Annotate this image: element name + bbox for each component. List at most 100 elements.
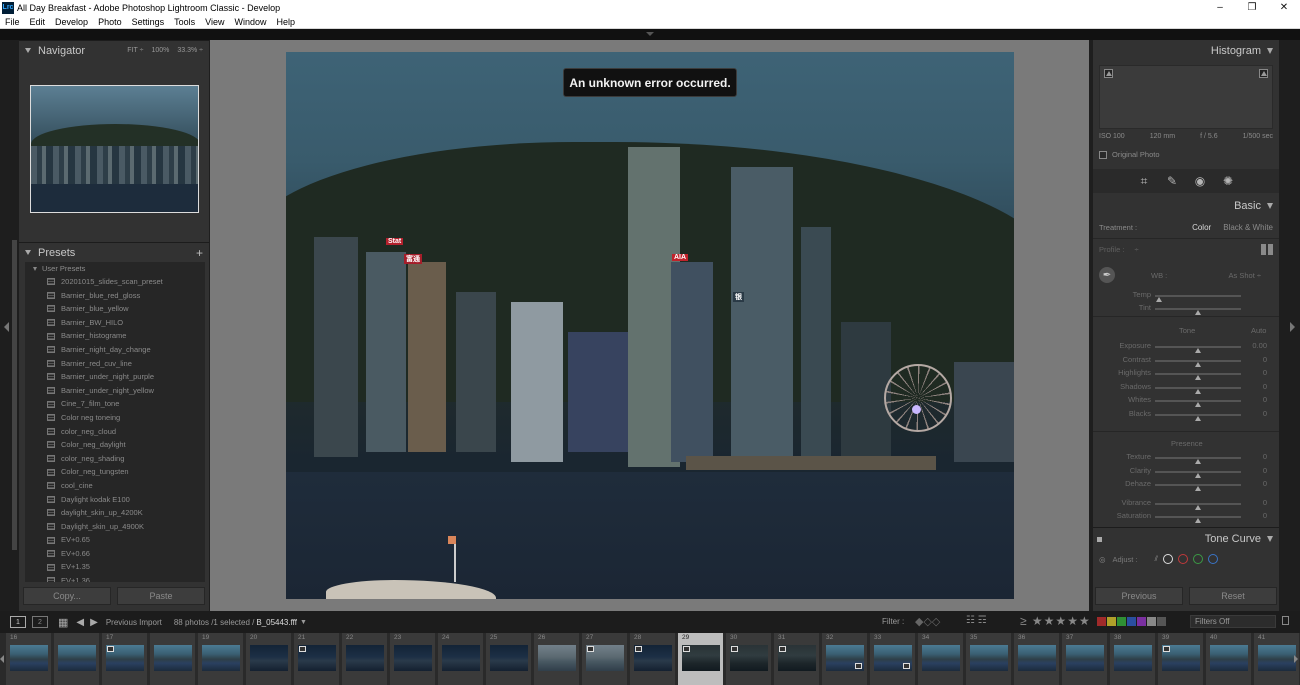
- slider-track[interactable]: [1155, 400, 1241, 407]
- slider-contrast[interactable]: Contrast 0: [1099, 355, 1273, 367]
- slider-value[interactable]: 0: [1263, 479, 1267, 488]
- main-photo[interactable]: Stat 富通 AIA 银: [286, 52, 1014, 599]
- slider-knob[interactable]: [1195, 310, 1201, 315]
- filmstrip-thumbnail[interactable]: [54, 633, 100, 685]
- menu-settings[interactable]: Settings: [132, 17, 165, 27]
- filmstrip-thumbnail[interactable]: 32: [822, 633, 868, 685]
- slider-track[interactable]: [1155, 373, 1241, 380]
- slider-knob[interactable]: [1195, 504, 1201, 510]
- slider-value[interactable]: 0: [1263, 466, 1267, 475]
- zoom-custom[interactable]: 33.3% ÷: [177, 47, 203, 54]
- copy-button[interactable]: Copy...: [23, 587, 111, 605]
- preset-item[interactable]: Color_neg_tungsten: [25, 465, 205, 479]
- parametric-curve-icon[interactable]: ⫽: [1155, 554, 1158, 564]
- slider-knob[interactable]: [1195, 348, 1201, 353]
- filmstrip-thumbnail[interactable]: 24: [438, 633, 484, 685]
- slider-track[interactable]: [1155, 295, 1241, 302]
- profile-browser-icon[interactable]: [1261, 243, 1273, 255]
- slider-knob[interactable]: [1195, 486, 1201, 491]
- filmstrip-thumbnail[interactable]: 28: [630, 633, 676, 685]
- filmstrip-thumbnail[interactable]: 30: [726, 633, 772, 685]
- menu-help[interactable]: Help: [277, 17, 296, 27]
- slider-value[interactable]: 0: [1263, 355, 1267, 364]
- target-adjust-icon[interactable]: ◎: [1099, 555, 1106, 564]
- preset-item[interactable]: EV+0.65: [25, 533, 205, 547]
- slider-saturation[interactable]: Saturation 0: [1099, 511, 1273, 523]
- original-photo-toggle[interactable]: Original Photo: [1099, 150, 1160, 159]
- slider-knob[interactable]: [1195, 361, 1201, 367]
- color-label-filter[interactable]: [1097, 617, 1166, 626]
- preset-group-user[interactable]: User Presets: [25, 262, 205, 275]
- preset-item[interactable]: Barnier_red_cuv_line: [25, 357, 205, 371]
- filmstrip-thumbnail[interactable]: 38: [1110, 633, 1156, 685]
- filter-preset-dropdown[interactable]: Filters Off: [1190, 615, 1276, 628]
- preset-item[interactable]: color_neg_shading: [25, 452, 205, 466]
- slider-highlights[interactable]: Highlights 0: [1099, 368, 1273, 380]
- preset-item[interactable]: EV+1.36: [25, 574, 205, 582]
- edit-filter-icons[interactable]: ☷ ☶: [966, 615, 987, 626]
- zoom-fit[interactable]: FIT ÷: [127, 47, 143, 54]
- filmstrip-thumbnail[interactable]: 16: [6, 633, 52, 685]
- maximize-button[interactable]: ❐: [1236, 0, 1268, 15]
- menu-edit[interactable]: Edit: [30, 17, 46, 27]
- slider-vibrance[interactable]: Vibrance 0: [1099, 498, 1273, 510]
- filmstrip-source[interactable]: Previous Import: [106, 618, 162, 627]
- slider-knob[interactable]: [1195, 472, 1201, 478]
- highlight-clipping-icon[interactable]: [1259, 69, 1268, 78]
- presets-header[interactable]: Presets +: [19, 242, 209, 262]
- left-panel-scrollbar[interactable]: [12, 240, 17, 550]
- slider-track[interactable]: [1155, 308, 1241, 315]
- menu-tools[interactable]: Tools: [174, 17, 195, 27]
- right-panel-toggle-icon[interactable]: [1290, 322, 1295, 332]
- filmstrip-thumbnail[interactable]: 39: [1158, 633, 1204, 685]
- navigator-header[interactable]: Navigator FIT ÷ 100% 33.3% ÷: [19, 40, 209, 60]
- panel-switch-icon[interactable]: [1097, 537, 1102, 542]
- menu-window[interactable]: Window: [235, 17, 267, 27]
- slider-whites[interactable]: Whites 0: [1099, 395, 1273, 407]
- module-picker-toggle[interactable]: [0, 29, 1300, 40]
- slider-texture[interactable]: Texture 0: [1099, 452, 1273, 464]
- filmstrip-thumbnail[interactable]: 26: [534, 633, 580, 685]
- forward-arrow-icon[interactable]: ▶: [90, 617, 98, 628]
- preset-item[interactable]: Daylight_skin_up_4900K: [25, 520, 205, 534]
- slider-dehaze[interactable]: Dehaze 0: [1099, 479, 1273, 491]
- filmstrip-thumbnail[interactable]: [150, 633, 196, 685]
- slider-tint[interactable]: Tint: [1099, 303, 1273, 315]
- slider-knob[interactable]: [1195, 375, 1201, 380]
- add-preset-button[interactable]: +: [196, 246, 203, 260]
- slider-value[interactable]: 0: [1263, 395, 1267, 404]
- preset-item[interactable]: Barnier_histograme: [25, 329, 205, 343]
- profile-dropdown[interactable]: ÷: [1134, 245, 1138, 254]
- filmstrip-thumbnail[interactable]: 37: [1062, 633, 1108, 685]
- filter-lock-icon[interactable]: [1282, 616, 1289, 625]
- navigator-preview[interactable]: [30, 85, 199, 213]
- preset-item[interactable]: Barnier_under_night_purple: [25, 370, 205, 384]
- filmstrip-thumbnail[interactable]: 20: [246, 633, 292, 685]
- preset-item[interactable]: Barnier_blue_yellow: [25, 302, 205, 316]
- histogram-graph[interactable]: [1099, 65, 1273, 129]
- slider-knob[interactable]: [1195, 388, 1201, 394]
- grid-view-icon[interactable]: ▦: [58, 616, 68, 629]
- preset-item[interactable]: Barnier_blue_red_gloss: [25, 289, 205, 303]
- slider-exposure[interactable]: Exposure 0.00: [1099, 341, 1273, 353]
- slider-value[interactable]: 0: [1263, 368, 1267, 377]
- preset-item[interactable]: Barnier_BW_HILO: [25, 316, 205, 330]
- slider-track[interactable]: [1155, 470, 1241, 478]
- red-eye-icon[interactable]: ◉: [1193, 174, 1207, 188]
- zoom-100[interactable]: 100%: [151, 47, 169, 54]
- slider-value[interactable]: 0.00: [1252, 341, 1267, 350]
- filmstrip-thumbnail[interactable]: 17: [102, 633, 148, 685]
- slider-temp[interactable]: Temp: [1099, 290, 1273, 302]
- treatment-bw[interactable]: Black & White: [1223, 223, 1273, 232]
- back-arrow-icon[interactable]: ◀: [76, 617, 84, 628]
- filmstrip-thumbnail[interactable]: 29: [678, 633, 724, 685]
- filmstrip-thumbnail[interactable]: 36: [1014, 633, 1060, 685]
- filmstrip-thumbnail[interactable]: 34: [918, 633, 964, 685]
- slider-shadows[interactable]: Shadows 0: [1099, 382, 1273, 394]
- filmstrip-thumbnail[interactable]: 22: [342, 633, 388, 685]
- red-channel-icon[interactable]: [1177, 554, 1188, 564]
- slider-value[interactable]: 0: [1263, 511, 1267, 520]
- slider-clarity[interactable]: Clarity 0: [1099, 466, 1273, 478]
- filmstrip-thumbnail[interactable]: 27: [582, 633, 628, 685]
- preset-item[interactable]: Daylight kodak E100: [25, 493, 205, 507]
